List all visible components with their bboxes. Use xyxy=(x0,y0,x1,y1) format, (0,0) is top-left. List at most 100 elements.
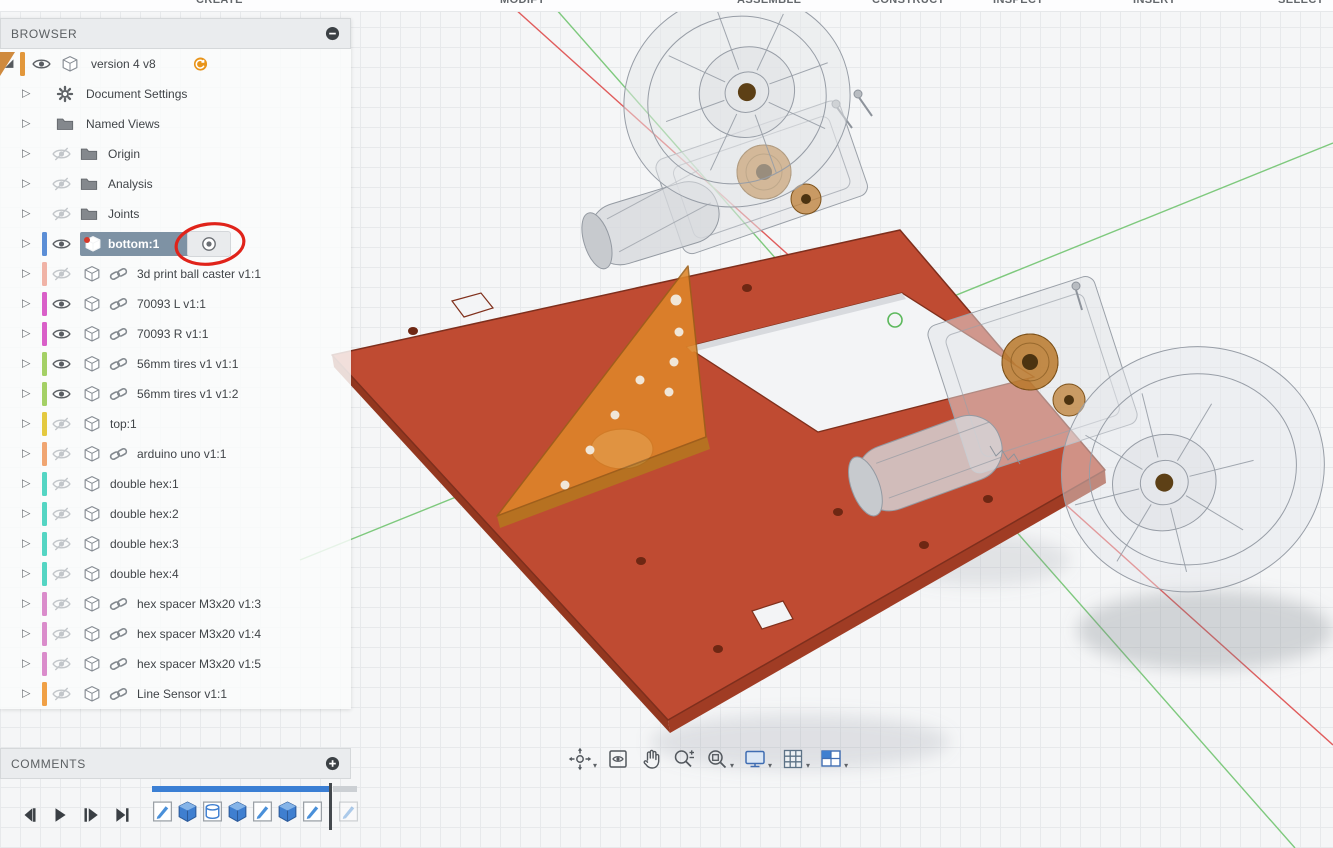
browser-item-arduino-uno[interactable]: arduino uno v1:1 xyxy=(0,439,351,469)
feature-extrude-icon[interactable] xyxy=(177,800,198,823)
fit-button[interactable] xyxy=(705,747,734,771)
browser-item-document-settings[interactable]: Document Settings xyxy=(0,79,351,109)
expand-arrow-icon[interactable] xyxy=(22,299,36,310)
visibility-eye-icon[interactable] xyxy=(52,387,71,402)
visibility-eye-icon[interactable] xyxy=(52,357,71,372)
visibility-eye-icon[interactable] xyxy=(52,537,71,552)
viewports-button[interactable] xyxy=(819,747,848,771)
menu-inspect[interactable]: INSPECT xyxy=(993,0,1043,6)
display-settings-button[interactable] xyxy=(743,747,772,771)
collapse-panel-icon[interactable] xyxy=(325,26,340,41)
visibility-eye-icon[interactable] xyxy=(52,327,71,342)
browser-item-origin[interactable]: Origin xyxy=(0,139,351,169)
browser-item-bottom[interactable]: bottom:1 xyxy=(0,229,351,259)
expand-arrow-icon[interactable] xyxy=(22,539,36,550)
browser-item-70093-l[interactable]: 70093 L v1:1 xyxy=(0,289,351,319)
menu-assemble[interactable]: ASSEMBLE xyxy=(737,0,801,6)
sync-status-icon[interactable] xyxy=(193,57,208,72)
chevron-down-icon[interactable] xyxy=(593,761,597,771)
browser-item-double-hex-1[interactable]: double hex:1 xyxy=(0,469,351,499)
expand-arrow-icon[interactable] xyxy=(22,449,36,460)
visibility-eye-icon[interactable] xyxy=(52,507,71,522)
expand-arrow-icon[interactable] xyxy=(22,689,36,700)
visibility-eye-icon[interactable] xyxy=(52,147,71,162)
feature-sketch-icon[interactable] xyxy=(302,800,323,823)
look-at-button[interactable] xyxy=(606,747,630,771)
browser-item-analysis[interactable]: Analysis xyxy=(0,169,351,199)
visibility-eye-icon[interactable] xyxy=(52,657,71,672)
expand-arrow-icon[interactable] xyxy=(22,239,36,250)
visibility-eye-icon[interactable] xyxy=(52,567,71,582)
visibility-eye-icon[interactable] xyxy=(52,177,71,192)
visibility-eye-icon[interactable] xyxy=(52,477,71,492)
browser-item-root[interactable]: version 4 v8 xyxy=(0,49,351,79)
browser-item-top[interactable]: top:1 xyxy=(0,409,351,439)
zoom-button[interactable] xyxy=(672,747,696,771)
menu-construct[interactable]: CONSTRUCT xyxy=(872,0,945,6)
bottom-plate[interactable] xyxy=(332,230,1106,733)
feature-sketch-icon[interactable] xyxy=(252,800,273,823)
expand-panel-icon[interactable] xyxy=(325,756,340,771)
visibility-eye-icon[interactable] xyxy=(52,417,71,432)
suppressed-feature[interactable] xyxy=(338,800,359,823)
expand-arrow-icon[interactable] xyxy=(22,119,36,130)
orbit-button[interactable] xyxy=(568,747,597,771)
menu-create[interactable]: CREATE xyxy=(196,0,243,6)
browser-item-hex-spacer-3[interactable]: hex spacer M3x20 v1:3 xyxy=(0,589,351,619)
visibility-eye-icon[interactable] xyxy=(52,687,71,702)
browser-item-hex-spacer-5[interactable]: hex spacer M3x20 v1:5 xyxy=(0,649,351,679)
go-to-end-button[interactable] xyxy=(113,806,131,824)
browser-item-hex-spacer-4[interactable]: hex spacer M3x20 v1:4 xyxy=(0,619,351,649)
visibility-eye-icon[interactable] xyxy=(52,267,71,282)
expand-arrow-icon[interactable] xyxy=(22,659,36,670)
browser-item-line-sensor[interactable]: Line Sensor v1:1 xyxy=(0,679,351,709)
chevron-down-icon[interactable] xyxy=(730,761,734,771)
feature-cylinder-icon[interactable] xyxy=(202,800,223,823)
visibility-eye-icon[interactable] xyxy=(52,237,71,252)
visibility-eye-icon[interactable] xyxy=(52,297,71,312)
feature-extrude-icon[interactable] xyxy=(277,800,298,823)
menu-modify[interactable]: MODIFY xyxy=(500,0,545,6)
expand-arrow-icon[interactable] xyxy=(22,329,36,340)
collapse-arrow-icon[interactable] xyxy=(5,59,19,70)
expand-arrow-icon[interactable] xyxy=(22,179,36,190)
comments-header[interactable]: COMMENTS xyxy=(0,748,351,779)
menu-insert[interactable]: INSERT xyxy=(1133,0,1176,6)
expand-arrow-icon[interactable] xyxy=(22,209,36,220)
expand-arrow-icon[interactable] xyxy=(22,149,36,160)
expand-arrow-icon[interactable] xyxy=(22,569,36,580)
browser-item-double-hex-4[interactable]: double hex:4 xyxy=(0,559,351,589)
visibility-eye-icon[interactable] xyxy=(52,627,71,642)
chevron-down-icon[interactable] xyxy=(768,761,772,771)
timeline-position-marker[interactable] xyxy=(329,783,332,830)
chevron-down-icon[interactable] xyxy=(844,761,848,771)
browser-item-named-views[interactable]: Named Views xyxy=(0,109,351,139)
feature-extrude-icon[interactable] xyxy=(227,800,248,823)
left-motor-wheel[interactable] xyxy=(573,0,880,274)
browser-item-double-hex-3[interactable]: double hex:3 xyxy=(0,529,351,559)
expand-arrow-icon[interactable] xyxy=(22,269,36,280)
expand-arrow-icon[interactable] xyxy=(22,599,36,610)
go-to-start-button[interactable] xyxy=(20,806,38,824)
expand-arrow-icon[interactable] xyxy=(22,89,36,100)
expand-arrow-icon[interactable] xyxy=(22,359,36,370)
visibility-eye-icon[interactable] xyxy=(52,447,71,462)
visibility-eye-icon[interactable] xyxy=(52,597,71,612)
pan-button[interactable] xyxy=(639,747,663,771)
feature-sketch-icon[interactable] xyxy=(152,800,173,823)
feature-sketch-icon[interactable] xyxy=(338,800,359,823)
browser-header[interactable]: BROWSER xyxy=(0,18,351,49)
expand-arrow-icon[interactable] xyxy=(22,629,36,640)
expand-arrow-icon[interactable] xyxy=(22,419,36,430)
play-button[interactable] xyxy=(51,806,69,824)
browser-item-double-hex-2[interactable]: double hex:2 xyxy=(0,499,351,529)
visibility-eye-icon[interactable] xyxy=(52,207,71,222)
expand-arrow-icon[interactable] xyxy=(22,509,36,520)
visibility-eye-icon[interactable] xyxy=(32,57,51,72)
browser-item-70093-r[interactable]: 70093 R v1:1 xyxy=(0,319,351,349)
menu-select[interactable]: SELECT xyxy=(1278,0,1324,6)
grid-and-snaps-button[interactable] xyxy=(781,747,810,771)
step-forward-button[interactable] xyxy=(82,806,100,824)
browser-item-56mm-tires-2[interactable]: 56mm tires v1 v1:2 xyxy=(0,379,351,409)
expand-arrow-icon[interactable] xyxy=(22,479,36,490)
